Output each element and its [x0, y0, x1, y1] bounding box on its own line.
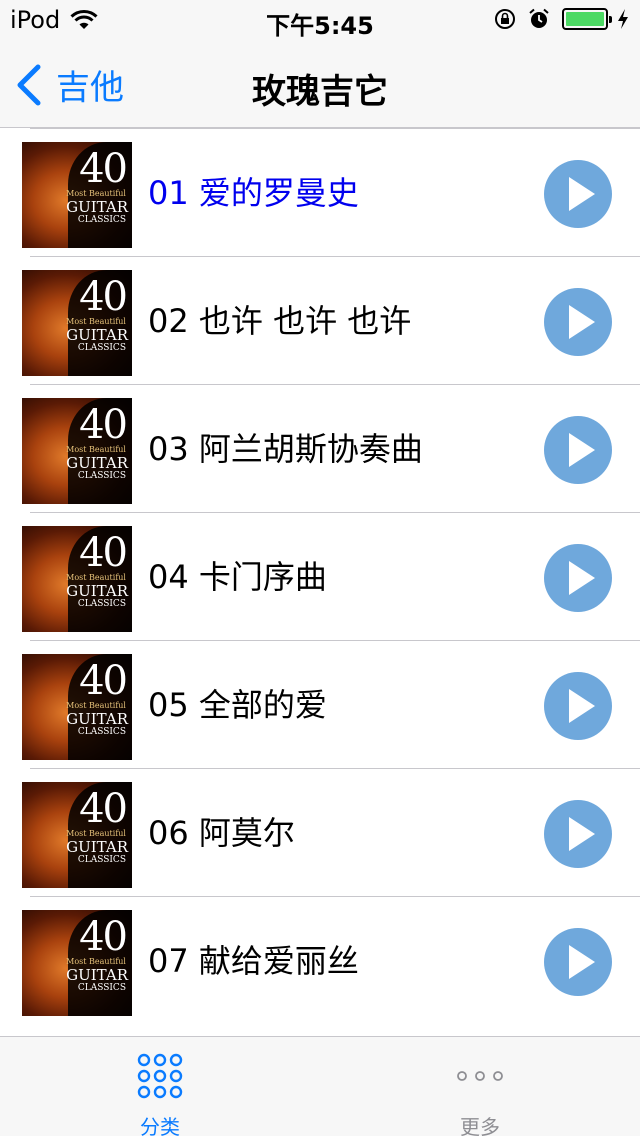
status-right [494, 8, 630, 30]
album-art-line1: Most Beautiful [66, 701, 126, 710]
track-title: 03 阿兰胡斯协奏曲 [148, 430, 423, 468]
track-title: 06 阿莫尔 [148, 814, 295, 852]
more-dots-icon [457, 1071, 503, 1081]
row-divider [30, 640, 640, 641]
track-row[interactable]: 40 Most Beautiful GUITAR CLASSICS 01 爱的罗曼史 [0, 128, 640, 256]
tab-more-label: 更多 [460, 1115, 500, 1136]
track-row[interactable]: 40 Most Beautiful GUITAR CLASSICS 03 阿兰胡斯协奏曲 [0, 384, 640, 512]
album-art-number: 40 [79, 274, 128, 320]
album-art: 40 Most Beautiful GUITAR CLASSICS [22, 654, 132, 760]
status-bar: iPod 下午5:45 [0, 0, 640, 40]
album-art-number: 40 [79, 658, 128, 704]
battery-tip [609, 16, 612, 23]
play-button[interactable] [544, 672, 612, 740]
tab-more[interactable]: 更多 [320, 1037, 640, 1136]
track-row[interactable]: 40 Most Beautiful GUITAR CLASSICS 07 献给爱丽丝 [0, 896, 640, 1024]
tab-categories-label: 分类 [140, 1115, 180, 1136]
album-art-number: 40 [79, 786, 128, 832]
album-art-line3: CLASSICS [77, 599, 126, 609]
album-art: 40 Most Beautiful GUITAR CLASSICS [22, 910, 132, 1016]
album-art-number: 40 [79, 146, 128, 192]
album-art-line1: Most Beautiful [66, 957, 126, 966]
album-art-line3: CLASSICS [77, 343, 126, 353]
row-divider [30, 768, 640, 769]
album-art-line1: Most Beautiful [66, 189, 126, 198]
album-art-line3: CLASSICS [77, 727, 126, 737]
album-art-line2: GUITAR [66, 966, 128, 984]
album-art: 40 Most Beautiful GUITAR CLASSICS [22, 398, 132, 504]
album-art-line2: GUITAR [66, 838, 128, 856]
album-art-number: 40 [79, 914, 128, 960]
album-art-line2: GUITAR [66, 198, 128, 216]
album-art-line2: GUITAR [66, 710, 128, 728]
play-button[interactable] [544, 928, 612, 996]
album-art: 40 Most Beautiful GUITAR CLASSICS [22, 270, 132, 376]
album-art-line3: CLASSICS [77, 471, 126, 481]
track-row[interactable]: 40 Most Beautiful GUITAR CLASSICS 06 阿莫尔 [0, 768, 640, 896]
charging-bolt-icon [618, 9, 628, 29]
track-row[interactable]: 40 Most Beautiful GUITAR CLASSICS 04 卡门序曲 [0, 512, 640, 640]
album-art-line1: Most Beautiful [66, 829, 126, 838]
track-row[interactable]: 40 Most Beautiful GUITAR CLASSICS 05 全部的爱 [0, 640, 640, 768]
tab-bar: 分类 更多 [0, 1036, 640, 1136]
battery-fill [566, 12, 604, 26]
page-title: 玫瑰吉它 [252, 72, 388, 112]
album-art-line3: CLASSICS [77, 983, 126, 993]
row-divider [30, 128, 640, 129]
play-button[interactable] [544, 288, 612, 356]
album-art: 40 Most Beautiful GUITAR CLASSICS [22, 782, 132, 888]
row-divider [30, 512, 640, 513]
album-art-line1: Most Beautiful [66, 445, 126, 454]
album-art: 40 Most Beautiful GUITAR CLASSICS [22, 142, 132, 248]
album-art-line2: GUITAR [66, 582, 128, 600]
play-button[interactable] [544, 416, 612, 484]
track-title: 05 全部的爱 [148, 686, 327, 724]
track-title: 01 爱的罗曼史 [148, 174, 359, 212]
row-divider [30, 896, 640, 897]
album-art-line3: CLASSICS [77, 215, 126, 225]
track-title: 04 卡门序曲 [148, 558, 327, 596]
album-art-line2: GUITAR [66, 326, 128, 344]
row-divider [30, 384, 640, 385]
battery-icon [562, 8, 612, 30]
album-art-line1: Most Beautiful [66, 573, 126, 582]
row-divider [30, 256, 640, 257]
alarm-icon [529, 8, 549, 28]
navigation-bar: 吉他 玫瑰吉它 [0, 40, 640, 128]
rotation-lock-icon [495, 9, 515, 29]
album-art-line2: GUITAR [66, 454, 128, 472]
screen: iPod 下午5:45 吉他 玫瑰吉它 40 Most Beautiful GU… [0, 0, 640, 1136]
tab-categories[interactable]: 分类 [0, 1037, 320, 1136]
album-art-number: 40 [79, 402, 128, 448]
play-button[interactable] [544, 160, 612, 228]
album-art-number: 40 [79, 530, 128, 576]
play-button[interactable] [544, 800, 612, 868]
album-art: 40 Most Beautiful GUITAR CLASSICS [22, 526, 132, 632]
track-title: 07 献给爱丽丝 [148, 942, 359, 980]
play-button[interactable] [544, 544, 612, 612]
album-art-line1: Most Beautiful [66, 317, 126, 326]
album-art-line3: CLASSICS [77, 855, 126, 865]
grid-icon [137, 1053, 183, 1099]
track-row[interactable]: 40 Most Beautiful GUITAR CLASSICS 02 也许 也许 也… [0, 256, 640, 384]
track-list[interactable]: 40 Most Beautiful GUITAR CLASSICS 01 爱的罗曼史 40… [0, 128, 640, 1036]
track-title: 02 也许 也许 也许 [148, 302, 412, 340]
